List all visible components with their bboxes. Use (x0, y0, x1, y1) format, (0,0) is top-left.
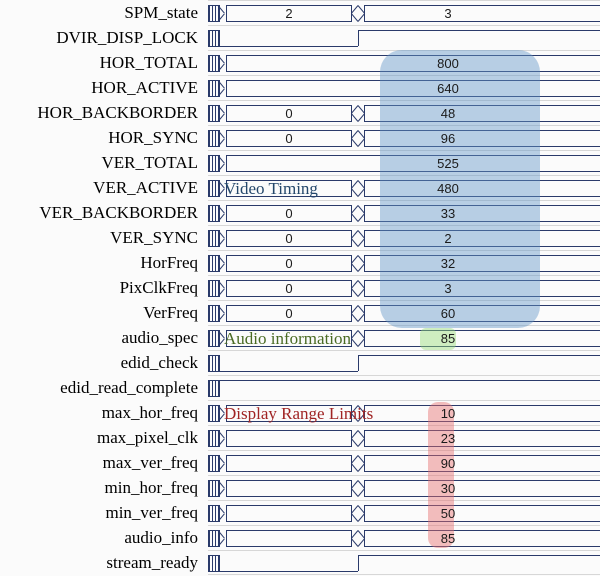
signal-label: min_hor_freq (0, 475, 208, 500)
signal-wave: 640 (208, 75, 600, 100)
signal-wave: 02 (208, 225, 600, 250)
bus-value-before: 0 (220, 205, 358, 222)
signal-label: HOR_TOTAL (0, 50, 208, 75)
bus-value-before: 0 (220, 230, 358, 247)
bus-value-before: 0 (220, 130, 358, 147)
signal-label: HOR_SYNC (0, 125, 208, 150)
signal-row: VER_ACTIVE480Video Timing (0, 175, 600, 200)
signal-wave: 0 60 (208, 300, 600, 325)
signal-row: VerFreq 0 60 (0, 300, 600, 325)
bus-value-after: 90 (408, 455, 488, 472)
signal-row: SPM_state23 (0, 0, 600, 25)
signal-row: audio_spec85Audio information (0, 325, 600, 350)
signal-label: HOR_BACKBORDER (0, 100, 208, 125)
signal-wave: 30 (208, 475, 600, 500)
signal-wave: 0 33 (208, 200, 600, 225)
bus-value-after: 3 (408, 5, 488, 22)
signal-row: HOR_SYNC 0 96 (0, 125, 600, 150)
bus-value-before: 0 (220, 305, 358, 322)
signal-row: VER_BACKBORDER 0 33 (0, 200, 600, 225)
bus-value-before: 0 (220, 105, 358, 122)
signal-wave: 85 (208, 525, 600, 550)
signal-wave: 0 32 (208, 250, 600, 275)
signal-label: min_ver_freq (0, 500, 208, 525)
signal-wave: 10Display Range Limits (208, 400, 600, 425)
bus-value-after: 800 (408, 55, 488, 72)
bus-value-after: 480 (408, 180, 488, 197)
signal-wave: 480Video Timing (208, 175, 600, 200)
signal-label: stream_ready (0, 550, 208, 575)
signal-label: VER_BACKBORDER (0, 200, 208, 225)
signal-row: min_hor_freq 30 (0, 475, 600, 500)
signal-label: VER_SYNC (0, 225, 208, 250)
bus-value-after: 60 (408, 305, 488, 322)
signal-row: max_hor_freq10Display Range Limits (0, 400, 600, 425)
signal-wave: 800 (208, 50, 600, 75)
signal-row: VER_TOTAL 525 (0, 150, 600, 175)
signal-wave: 0 96 (208, 125, 600, 150)
waveform-viewer: SPM_state23DVIR_DISP_LOCKHOR_TOTAL800HOR… (0, 0, 600, 576)
signal-row: PixClkFreq03 (0, 275, 600, 300)
signal-label: VER_ACTIVE (0, 175, 208, 200)
bus-value-after: 3 (408, 280, 488, 297)
bus-value-after: 96 (408, 130, 488, 147)
signal-row: stream_ready (0, 550, 600, 575)
signal-label: HorFreq (0, 250, 208, 275)
signal-wave (208, 350, 600, 375)
signal-wave: 23 (208, 0, 600, 25)
signal-row: max_ver_freq 90 (0, 450, 600, 475)
signal-row: min_ver_freq 50 (0, 500, 600, 525)
signal-label: VER_TOTAL (0, 150, 208, 175)
bus-value-after: 2 (408, 230, 488, 247)
bus-value-after: 85 (408, 530, 488, 547)
bus-value-after: 640 (408, 80, 488, 97)
signal-row: HorFreq 0 32 (0, 250, 600, 275)
signal-row: edid_check (0, 350, 600, 375)
signal-wave: 85Audio information (208, 325, 600, 350)
signal-wave (208, 25, 600, 50)
signal-row: DVIR_DISP_LOCK (0, 25, 600, 50)
bus-value-after: 10 (408, 405, 488, 422)
bus-value-after: 48 (408, 105, 488, 122)
bus-value-after: 50 (408, 505, 488, 522)
signal-label: audio_spec (0, 325, 208, 350)
bus-value-before: 0 (220, 280, 358, 297)
signal-row: max_pixel_clk 23 (0, 425, 600, 450)
signal-wave: 90 (208, 450, 600, 475)
signal-wave (208, 550, 600, 575)
bus-value-before: 0 (220, 255, 358, 272)
bus-value-before: 2 (220, 5, 358, 22)
signal-wave: 525 (208, 150, 600, 175)
signal-row: HOR_BACKBORDER 0 48 (0, 100, 600, 125)
signal-label: SPM_state (0, 0, 208, 25)
signal-row: audio_info 85 (0, 525, 600, 550)
signal-wave: 0 48 (208, 100, 600, 125)
signal-wave: 50 (208, 500, 600, 525)
bus-value-after: 525 (408, 155, 488, 172)
signal-row: VER_SYNC02 (0, 225, 600, 250)
bus-value-after: 85 (408, 330, 488, 347)
signal-row: HOR_TOTAL 800 (0, 50, 600, 75)
signal-label: max_pixel_clk (0, 425, 208, 450)
signal-wave: 23 (208, 425, 600, 450)
signal-label: audio_info (0, 525, 208, 550)
signal-label: DVIR_DISP_LOCK (0, 25, 208, 50)
signal-row: edid_read_complete (0, 375, 600, 400)
signal-wave: 03 (208, 275, 600, 300)
bus-value-after: 23 (408, 430, 488, 447)
signal-label: PixClkFreq (0, 275, 208, 300)
bus-value-after: 33 (408, 205, 488, 222)
bus-value-after: 30 (408, 480, 488, 497)
signal-label: edid_check (0, 350, 208, 375)
signal-label: max_hor_freq (0, 400, 208, 425)
bus-value-after: 32 (408, 255, 488, 272)
signal-wave (208, 375, 600, 400)
signal-label: edid_read_complete (0, 375, 208, 400)
signal-label: VerFreq (0, 300, 208, 325)
signal-row: HOR_ACTIVE 640 (0, 75, 600, 100)
signal-label: HOR_ACTIVE (0, 75, 208, 100)
signal-label: max_ver_freq (0, 450, 208, 475)
